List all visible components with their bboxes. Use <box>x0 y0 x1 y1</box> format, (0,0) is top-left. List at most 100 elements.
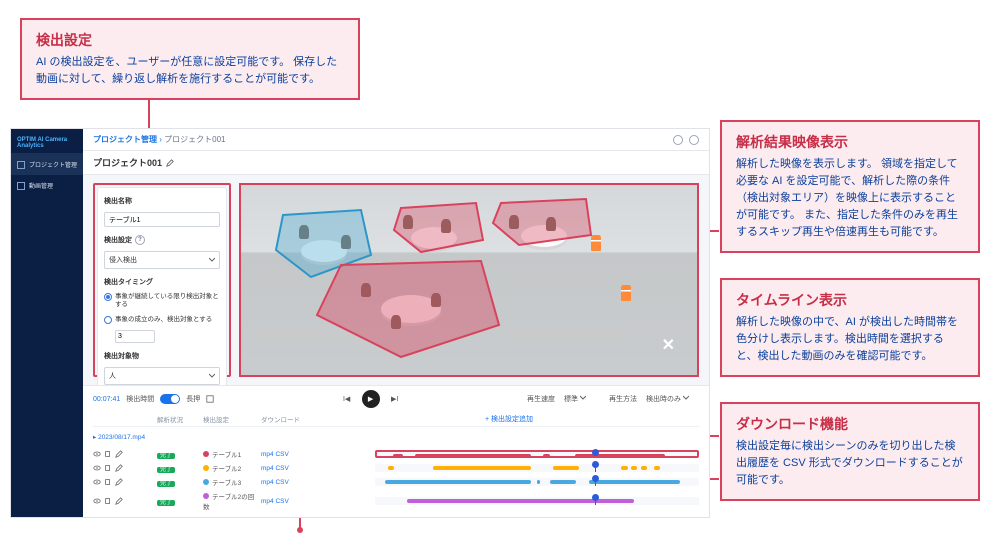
name-input[interactable] <box>104 212 220 227</box>
timing-label: 検出タイミング <box>104 277 220 287</box>
play-button[interactable]: ▶ <box>362 390 380 408</box>
setting-name: テーブル1 <box>203 449 257 459</box>
target-select[interactable]: 人 <box>104 367 220 385</box>
chevron-down-icon <box>580 395 586 401</box>
playhead-time: 00:07:41 <box>93 396 120 403</box>
copy-icon[interactable] <box>104 497 112 505</box>
breadcrumb-root[interactable]: プロジェクト管理 <box>93 135 157 144</box>
timeline-lane[interactable] <box>375 450 699 458</box>
speed-label: 再生速度 <box>527 394 555 404</box>
radio-label: 事象が継続している限り検出対象とする <box>115 293 220 310</box>
callout-title: ダウンロード機能 <box>736 414 964 434</box>
visibility-icon[interactable] <box>93 497 101 505</box>
method-value: 検出時のみ <box>646 396 681 403</box>
edit-icon[interactable] <box>115 450 123 458</box>
logo: OPTIM AI Camera Analytics <box>11 133 83 154</box>
col-status[interactable]: 解析状況 <box>157 414 199 424</box>
callout-body: AI の検出設定を、ユーザーが任意に設定可能です。 保存した動画に対して、繰り返… <box>36 54 344 88</box>
download-links[interactable]: mp4 CSV <box>261 451 315 458</box>
callout-body: 検出設定毎に検出シーンのみを切り出した検出履歴を CSV 形式でダウンロードする… <box>736 438 964 489</box>
edit-icon[interactable] <box>115 464 123 472</box>
close-overlay-icon[interactable]: ✕ <box>662 335 675 355</box>
callout-body: 解析した映像を表示します。 領域を指定して必要な AI を設定可能で、解析した際… <box>736 156 964 241</box>
table-row: 完了 テーブル2 mp4 CSV <box>93 461 699 475</box>
callout-title: タイムライン表示 <box>736 290 964 310</box>
method-label: 再生方法 <box>609 394 637 404</box>
col-setting[interactable]: 検出設定 <box>203 414 257 424</box>
count-input[interactable] <box>115 330 155 343</box>
chevron-down-icon <box>209 257 215 263</box>
timing-option-2[interactable]: 事象の成立のみ、検出対象とする <box>104 316 220 324</box>
table-row: 完了 テーブル3 mp4 CSV <box>93 475 699 489</box>
edit-icon[interactable] <box>166 159 174 167</box>
col-download[interactable]: ダウンロード <box>261 414 315 424</box>
edit-icon[interactable] <box>115 478 123 486</box>
method-select[interactable]: 検出時のみ <box>643 393 699 405</box>
help-icon[interactable] <box>673 135 683 145</box>
copy-icon[interactable] <box>104 450 112 458</box>
name-label: 検出名称 <box>104 196 220 206</box>
status-badge: 完了 <box>157 467 175 473</box>
copy-icon[interactable] <box>104 478 112 486</box>
video-preview[interactable]: ✕ <box>239 183 699 377</box>
skip-toggle[interactable] <box>160 394 180 404</box>
target-label: 検出対象物 <box>104 351 220 361</box>
breadcrumb: プロジェクト管理 › プロジェクト001 <box>83 129 709 151</box>
status-badge: 完了 <box>157 481 175 487</box>
download-links[interactable]: mp4 CSV <box>261 479 315 486</box>
status-badge: 完了 <box>157 500 175 506</box>
grid-icon <box>17 161 25 169</box>
player-bar: 00:07:41 検出時間 長押 I◀ ▶ ▶I 再生速度 標準 <box>93 390 699 408</box>
timeline-lane[interactable] <box>375 497 699 505</box>
visibility-icon[interactable] <box>93 478 101 486</box>
callout-video-display: 解析結果映像表示 解析した映像を表示します。 領域を指定して必要な AI を設定… <box>720 120 980 253</box>
visibility-icon[interactable] <box>93 450 101 458</box>
table-row: 完了 テーブル1 mp4 CSV <box>93 447 699 461</box>
callout-title: 解析結果映像表示 <box>736 132 964 152</box>
sidebar-item-label: 動画管理 <box>29 181 53 190</box>
fullscreen-icon[interactable] <box>206 395 214 403</box>
copy-icon[interactable] <box>104 464 112 472</box>
user-icon[interactable] <box>689 135 699 145</box>
project-title-row: プロジェクト001 <box>83 151 709 175</box>
chevron-down-icon <box>209 373 215 379</box>
callout-detection-settings: 検出設定 AI の検出設定を、ユーザーが任意に設定可能です。 保存した動画に対し… <box>20 18 360 100</box>
status-badge: 完了 <box>157 453 175 459</box>
setting-value: 侵入検出 <box>109 255 137 265</box>
project-title: プロジェクト001 <box>93 156 162 169</box>
speed-value: 標準 <box>564 396 578 403</box>
skip-label: 検出時間 <box>126 394 154 404</box>
add-detection-button[interactable]: + 検出設定追加 <box>319 414 699 424</box>
help-icon[interactable]: ? <box>135 235 145 245</box>
speed-select[interactable]: 標準 <box>561 393 603 405</box>
leader-line <box>710 478 719 480</box>
leader-line <box>710 230 719 232</box>
sidebar: OPTIM AI Camera Analytics プロジェクト管理 動画管理 <box>11 129 83 517</box>
main-area: プロジェクト管理 › プロジェクト001 プロジェクト001 検出名称 検出設定… <box>83 129 709 517</box>
download-links[interactable]: mp4 CSV <box>261 465 315 472</box>
setting-select[interactable]: 侵入検出 <box>104 251 220 269</box>
source-row: ▸ 2023/08/17.mp4 <box>93 431 699 443</box>
download-links[interactable]: mp4 CSV <box>261 498 315 505</box>
next-button[interactable]: ▶I <box>388 392 402 406</box>
edit-icon[interactable] <box>115 497 123 505</box>
visibility-icon[interactable] <box>93 464 101 472</box>
sidebar-item-video[interactable]: 動画管理 <box>11 175 83 196</box>
hold-label: 長押 <box>186 394 200 404</box>
callout-timeline: タイムライン表示 解析した映像の中で、AI が検出した時間帯を色分けし表示します… <box>720 278 980 377</box>
table-row: 完了 テーブル2の回数 mp4 CSV <box>93 489 699 513</box>
setting-label: 検出設定 <box>104 235 132 245</box>
detection-panel-highlight: 検出名称 検出設定 ? 侵入検出 検出タイミング 事象が継続している限り検出対象… <box>93 183 231 377</box>
radio-label: 事象の成立のみ、検出対象とする <box>115 316 212 324</box>
sidebar-item-label: プロジェクト管理 <box>29 160 77 169</box>
timing-option-1[interactable]: 事象が継続している限り検出対象とする <box>104 293 220 310</box>
mid-row: 検出名称 検出設定 ? 侵入検出 検出タイミング 事象が継続している限り検出対象… <box>83 175 709 385</box>
sidebar-item-project[interactable]: プロジェクト管理 <box>11 154 83 175</box>
timeline-lane[interactable] <box>375 478 699 486</box>
breadcrumb-current: プロジェクト001 <box>164 135 225 144</box>
callout-body: 解析した映像の中で、AI が検出した時間帯を色分けし表示します。検出時間を選択す… <box>736 314 964 365</box>
source-file[interactable]: 2023/08/17.mp4 <box>98 434 145 441</box>
timeline-lane[interactable] <box>375 464 699 472</box>
detection-panel: 検出名称 検出設定 ? 侵入検出 検出タイミング 事象が継続している限り検出対象… <box>97 187 227 392</box>
prev-button[interactable]: I◀ <box>340 392 354 406</box>
